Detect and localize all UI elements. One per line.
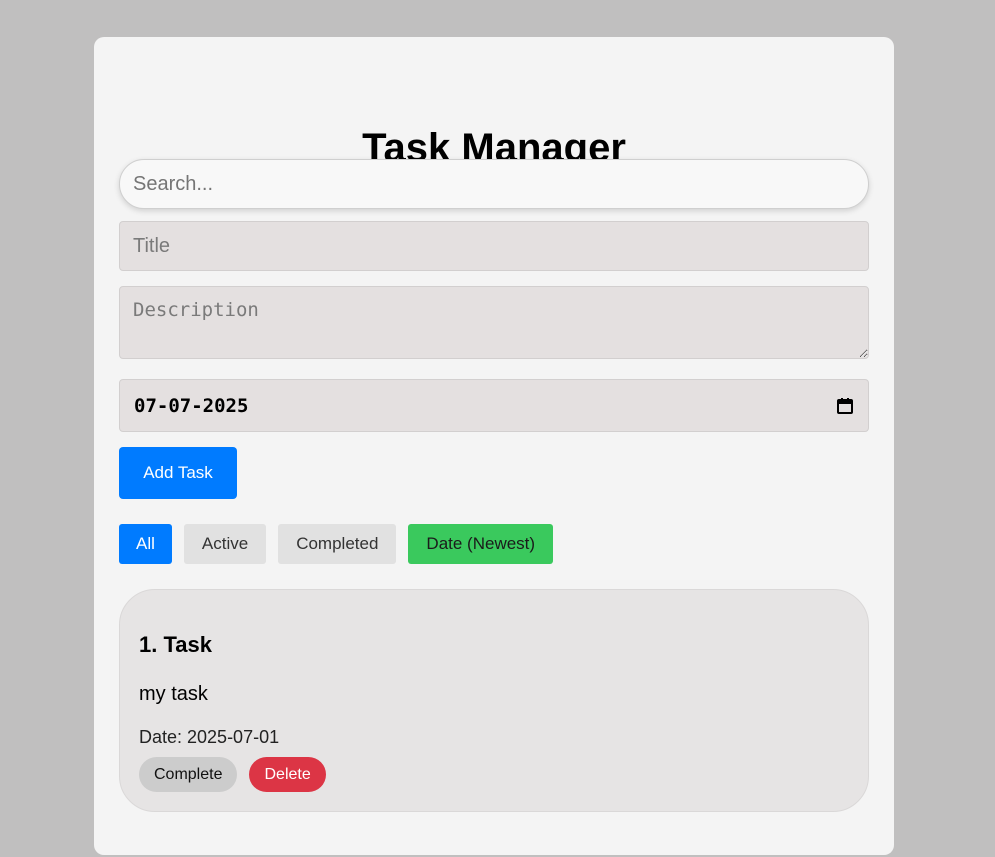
task-manager-card: Task Manager 07-07-2025 Add Task All Act…: [94, 37, 894, 855]
filter-all-button[interactable]: All: [119, 524, 172, 564]
date-value: 07-07-2025: [134, 394, 249, 417]
delete-task-button[interactable]: Delete: [249, 757, 326, 792]
add-task-button[interactable]: Add Task: [119, 447, 237, 499]
complete-task-button[interactable]: Complete: [139, 757, 238, 792]
filter-active-button[interactable]: Active: [183, 524, 267, 564]
task-description: my task: [139, 683, 208, 705]
task-actions: Complete Delete: [139, 757, 326, 792]
task-title-input[interactable]: [119, 221, 869, 271]
calendar-icon[interactable]: [836, 397, 854, 415]
search-input[interactable]: [119, 159, 869, 209]
task-title: 1. Task: [139, 632, 212, 657]
task-item: 1. Task my task Date: 2025-07-01 Complet…: [119, 589, 869, 812]
filter-bar: All Active Completed Date (Newest): [119, 524, 554, 564]
filter-completed-button[interactable]: Completed: [278, 524, 397, 564]
task-description-input[interactable]: [119, 286, 869, 359]
task-date: Date: 2025-07-01: [139, 727, 280, 747]
task-date-input[interactable]: 07-07-2025: [119, 379, 869, 432]
sort-date-newest-button[interactable]: Date (Newest): [408, 524, 554, 564]
